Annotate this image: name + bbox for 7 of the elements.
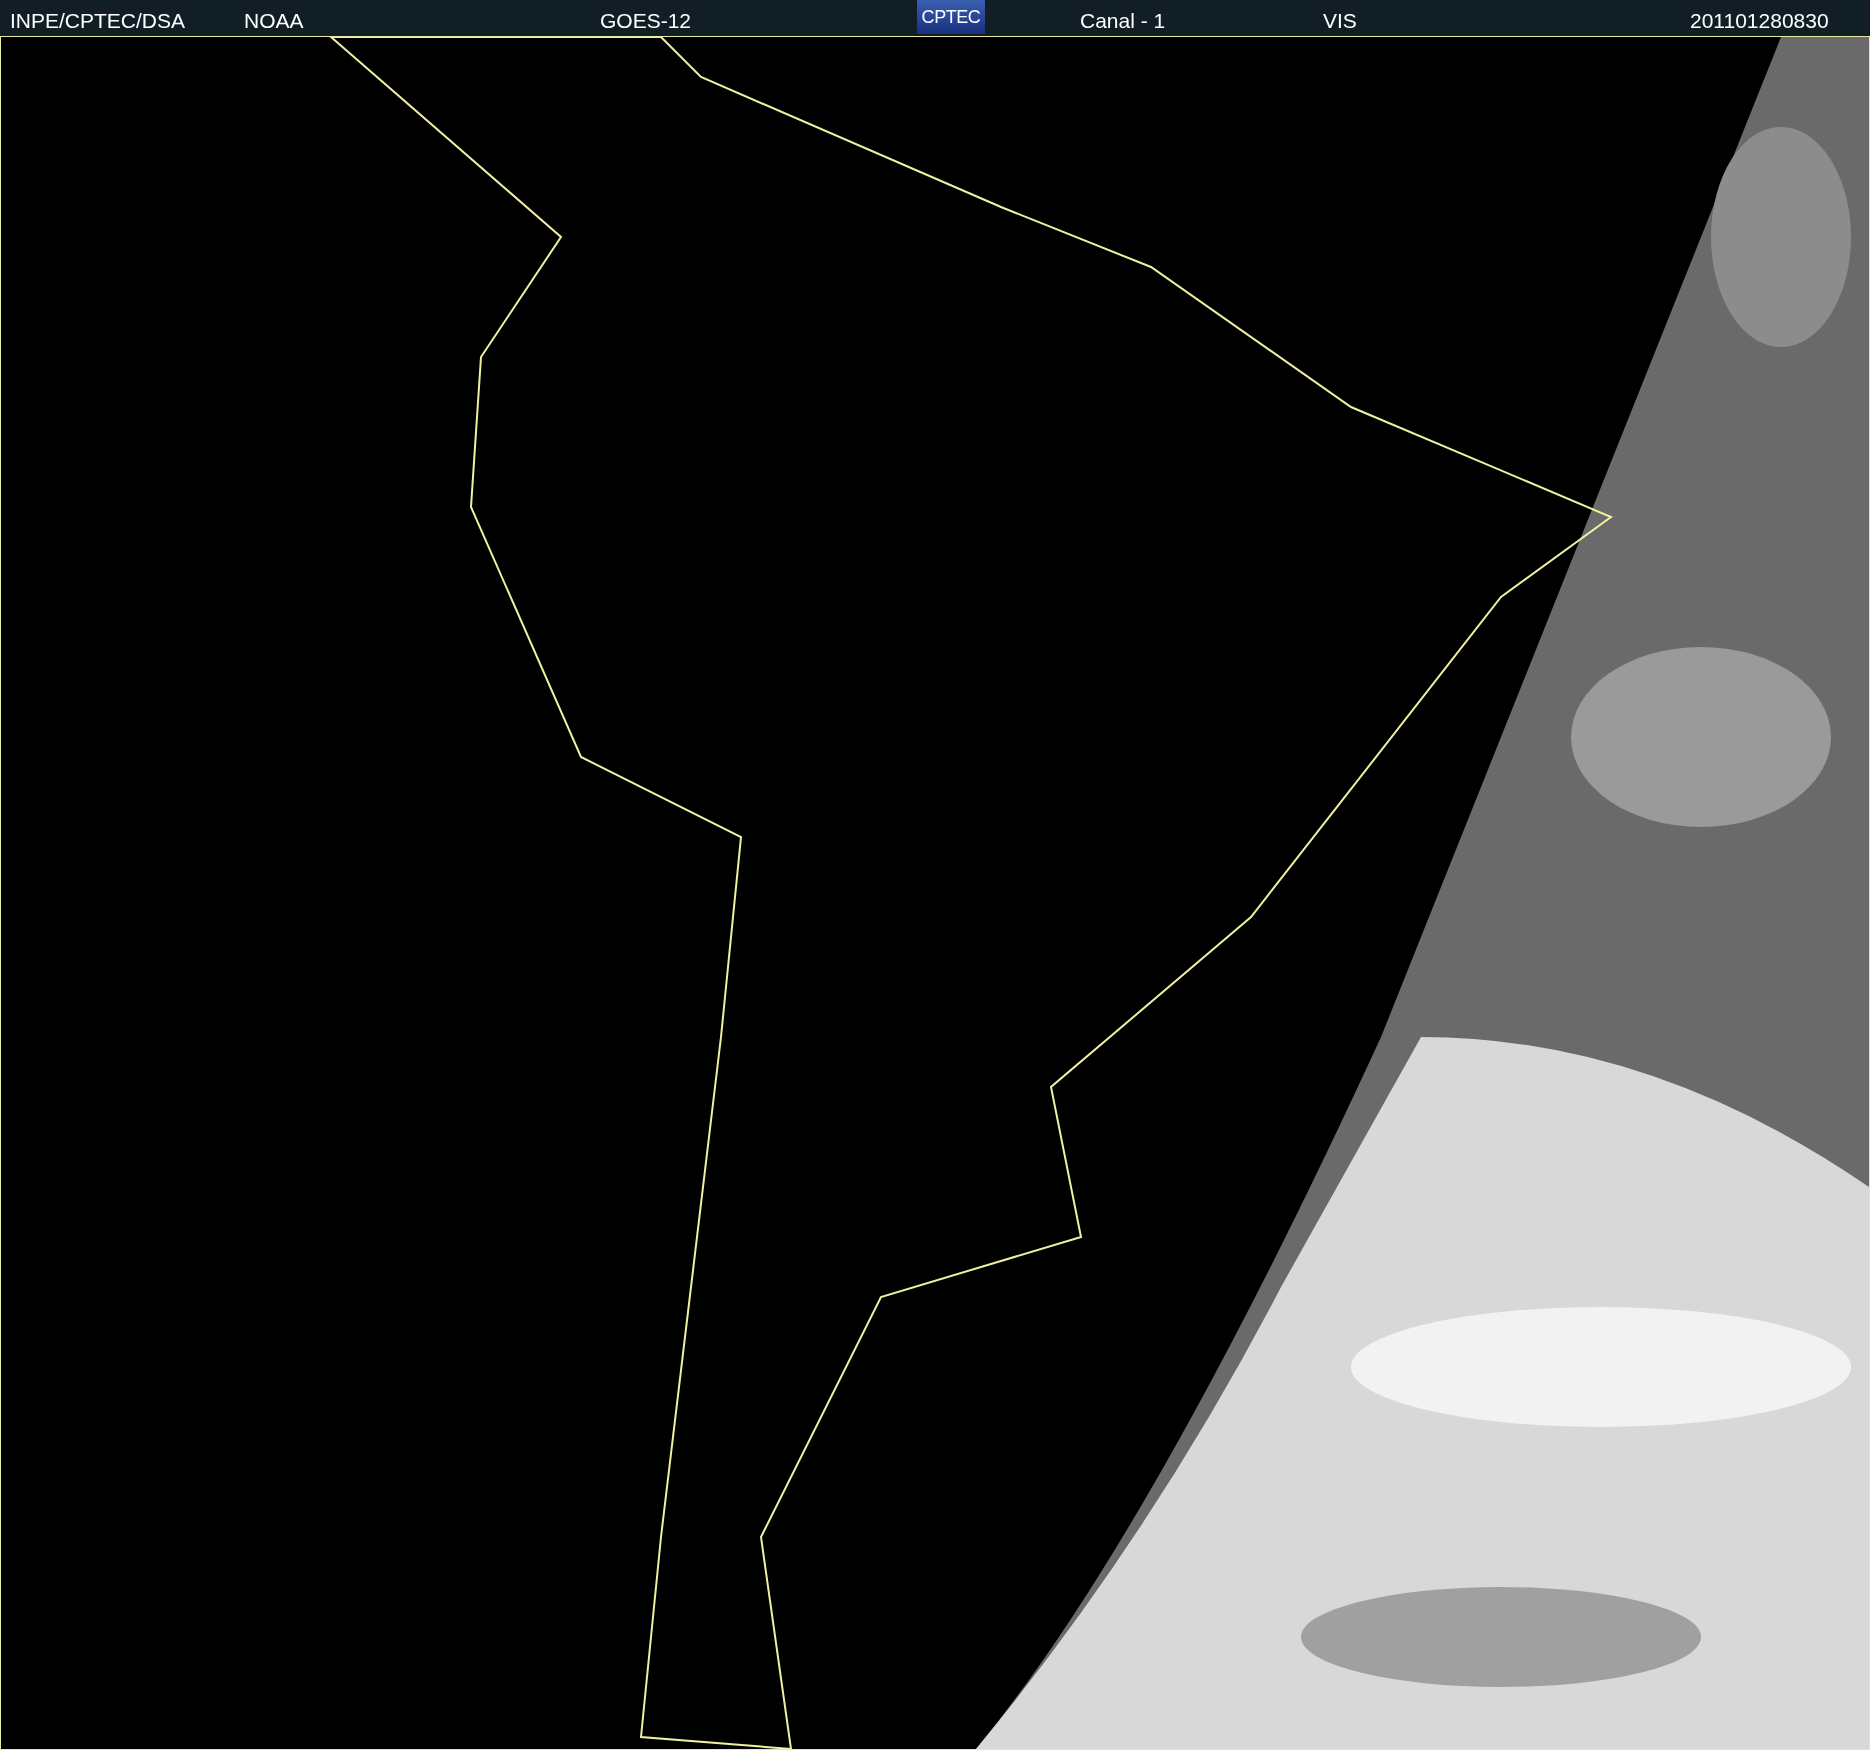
satellite-label: GOES-12 [600,8,692,34]
agency-label: NOAA [244,8,304,34]
logo: CPTEC [917,0,985,34]
source-label: INPE/CPTEC/DSA [10,8,186,34]
channel-label: Canal - 1 [1080,8,1166,34]
band-label: VIS [1323,8,1357,34]
timestamp-label: 201101280830 [1690,8,1829,34]
